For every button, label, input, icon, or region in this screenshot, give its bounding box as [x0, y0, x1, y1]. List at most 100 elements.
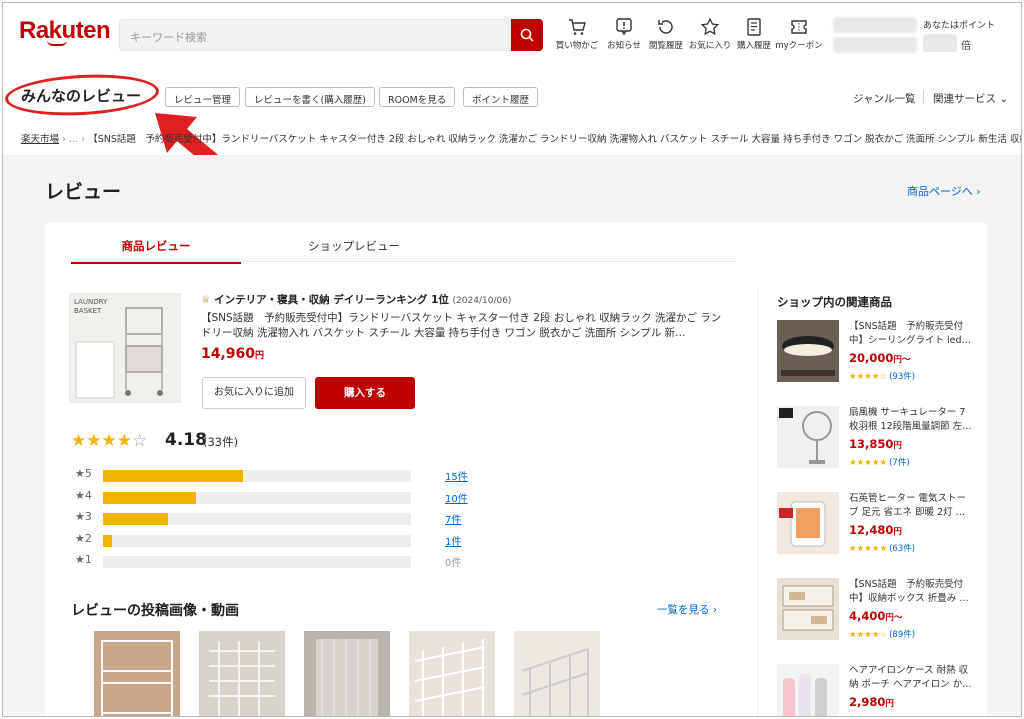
- related-product-price-unit: 円: [885, 699, 894, 709]
- tab-shop-review[interactable]: ショップレビュー: [269, 238, 439, 262]
- ranking-date: (2024/10/06): [452, 296, 512, 306]
- purchase-history-button[interactable]: 購入履歴: [730, 17, 778, 51]
- related-product-item[interactable]: 【SNS話題 予約販売受付中】シーリングライト led… 20,000円〜 ★★…: [777, 320, 977, 390]
- review-photo[interactable]: [409, 631, 495, 716]
- review-photo[interactable]: [94, 631, 180, 716]
- search-icon: [520, 28, 534, 42]
- rating-row: ★5 15件: [75, 467, 475, 483]
- price-unit: 円: [255, 351, 265, 361]
- purchase-history-label: 購入履歴: [736, 41, 771, 51]
- room-button[interactable]: ROOMを見る: [379, 87, 456, 107]
- related-product-item[interactable]: 石英管ヒーター 電気ストーブ 足元 省エネ 即暖 2灯 … 12,480円 ★★…: [777, 492, 977, 562]
- review-photo[interactable]: [199, 631, 285, 716]
- price-value: 14,960: [201, 346, 256, 362]
- related-product-review-count: (7件): [889, 458, 910, 468]
- cart-icon: [569, 19, 586, 35]
- related-product-image: [777, 664, 839, 716]
- related-product-rating: ★★★★☆ (93件): [849, 370, 915, 382]
- related-product-stars: ★★★★★: [849, 544, 888, 554]
- related-product-price: 12,480円: [849, 523, 902, 537]
- related-product-stars: ★★★★☆: [849, 630, 888, 640]
- related-product-price-unit: 円〜: [893, 355, 911, 365]
- cart-label: 買い物かご: [555, 41, 599, 51]
- related-product-price: 20,000円〜: [849, 351, 910, 365]
- related-product-price-value: 2,980: [849, 695, 886, 709]
- product-name[interactable]: 【SNS話題 予約販売受付中】ランドリーバスケット キャスター付き 2段 おしゃ…: [201, 311, 725, 341]
- user-name-blurred: [833, 17, 917, 33]
- star-full-icon: ★: [101, 431, 117, 451]
- history-icon: [658, 20, 673, 34]
- related-services-dropdown[interactable]: 関連サービス ⌄: [933, 91, 1008, 106]
- star-full-icon: ★: [116, 431, 132, 451]
- related-services-label: 関連サービス: [933, 93, 996, 105]
- favorite-label: お気に入り: [688, 41, 732, 51]
- search-input[interactable]: キーワード検索: [119, 19, 511, 51]
- related-product-price-value: 12,480: [849, 523, 894, 537]
- rating-bar-track: [103, 556, 411, 568]
- rating-stars: ★★★★☆: [71, 431, 147, 451]
- average-rating: 4.18: [165, 430, 207, 450]
- product-page-link-label: 商品ページへ: [907, 185, 973, 198]
- related-product-item[interactable]: 扇風機 サーキュレーター 7枚羽根 12段階風量調節 左… 13,850円 ★★…: [777, 406, 977, 476]
- related-product-review-count: (89件): [889, 630, 916, 640]
- breadcrumb-current: 【SNS話題 予約販売受付中】ランドリーバスケット キャスター付き 2段 おしゃ…: [88, 134, 1021, 145]
- related-product-item[interactable]: 【SNS話題 予約販売受付中】収納ボックス 折畳み … 4,400円〜 ★★★★…: [777, 578, 977, 648]
- media-see-all-label: 一覧を見る: [657, 604, 710, 616]
- points-label: あなたはポイント: [923, 21, 996, 31]
- genre-list-link[interactable]: ジャンル一覧: [853, 91, 915, 106]
- rating-row: ★4 10件: [75, 489, 475, 505]
- review-photo-image: [304, 631, 390, 716]
- write-review-button[interactable]: レビューを書く(購入履歴): [245, 87, 375, 107]
- point-history-button[interactable]: ポイント履歴: [463, 87, 539, 107]
- product-page-link[interactable]: 商品ページへ ›: [907, 183, 981, 199]
- related-product-item[interactable]: ヘアアイロンケース 耐熱 収納 ポーチ ヘアアイロン か… 2,980円: [777, 664, 977, 716]
- related-product-price-unit: 円: [893, 527, 902, 537]
- product-price: 14,960円: [201, 346, 264, 362]
- breadcrumb-ellipsis[interactable]: …: [69, 134, 79, 145]
- related-product-price: 13,850円: [849, 437, 902, 451]
- review-manage-button[interactable]: レビュー管理: [165, 87, 241, 107]
- points-multiplier-box: [923, 34, 957, 52]
- product-image-text: LAUNDRY BASKET: [74, 298, 108, 315]
- ceiling-light-illustration: [777, 320, 839, 382]
- notice-button[interactable]: お知らせ: [600, 17, 648, 51]
- add-favorite-button[interactable]: お気に入りに追加: [202, 377, 306, 409]
- coupon-button[interactable]: myクーポン: [775, 17, 823, 51]
- related-product-name: 扇風機 サーキュレーター 7枚羽根 12段階風量調節 左…: [849, 407, 972, 432]
- media-see-all-link[interactable]: 一覧を見る ›: [657, 602, 717, 617]
- rating-row-count: 0件: [445, 558, 462, 569]
- search-button[interactable]: [511, 19, 543, 51]
- related-product-price-unit: 円: [893, 441, 902, 451]
- rating-row-count[interactable]: 15件: [445, 468, 468, 483]
- global-header: Rakuten キーワード検索 買い物かご お知らせ 閲覧履歴 お気に入り 購入…: [3, 3, 1021, 69]
- storage-box-illustration: [777, 578, 839, 640]
- rating-bar-track: [103, 513, 411, 525]
- rating-row-count[interactable]: 10件: [445, 490, 468, 505]
- related-product-rating: ★★★★☆ (89件): [849, 628, 915, 640]
- review-photo[interactable]: [514, 631, 600, 716]
- cart-button[interactable]: 買い物かご: [553, 17, 601, 51]
- notice-icon: [616, 18, 632, 36]
- related-product-price: 2,980円: [849, 695, 894, 709]
- related-product-image: [777, 578, 839, 640]
- related-product-price-value: 4,400: [849, 609, 886, 623]
- related-product-stars: ★★★★★: [849, 458, 888, 468]
- rating-row-count[interactable]: 7件: [445, 511, 461, 526]
- breadcrumb-root[interactable]: 楽天市場: [21, 134, 59, 145]
- related-product-image: [777, 320, 839, 382]
- related-product-rating: ★★★★★ (7件): [849, 456, 910, 468]
- rating-row-count[interactable]: 1件: [445, 533, 461, 548]
- sidebar-divider: [757, 289, 758, 716]
- star-full-icon: ★: [86, 431, 102, 451]
- rating-bar-track: [103, 470, 411, 482]
- review-photo[interactable]: [304, 631, 390, 716]
- rating-row-label: ★2: [75, 531, 92, 545]
- hair-iron-case-illustration: [777, 664, 839, 716]
- rating-row-label: ★5: [75, 467, 92, 480]
- favorite-button[interactable]: お気に入り: [686, 17, 734, 51]
- history-button[interactable]: 閲覧履歴: [642, 17, 690, 51]
- buy-button[interactable]: 購入する: [315, 377, 415, 409]
- rating-bar-fill: [103, 491, 196, 504]
- product-image[interactable]: LAUNDRY BASKET: [69, 293, 181, 403]
- annotation-circle: [4, 70, 160, 120]
